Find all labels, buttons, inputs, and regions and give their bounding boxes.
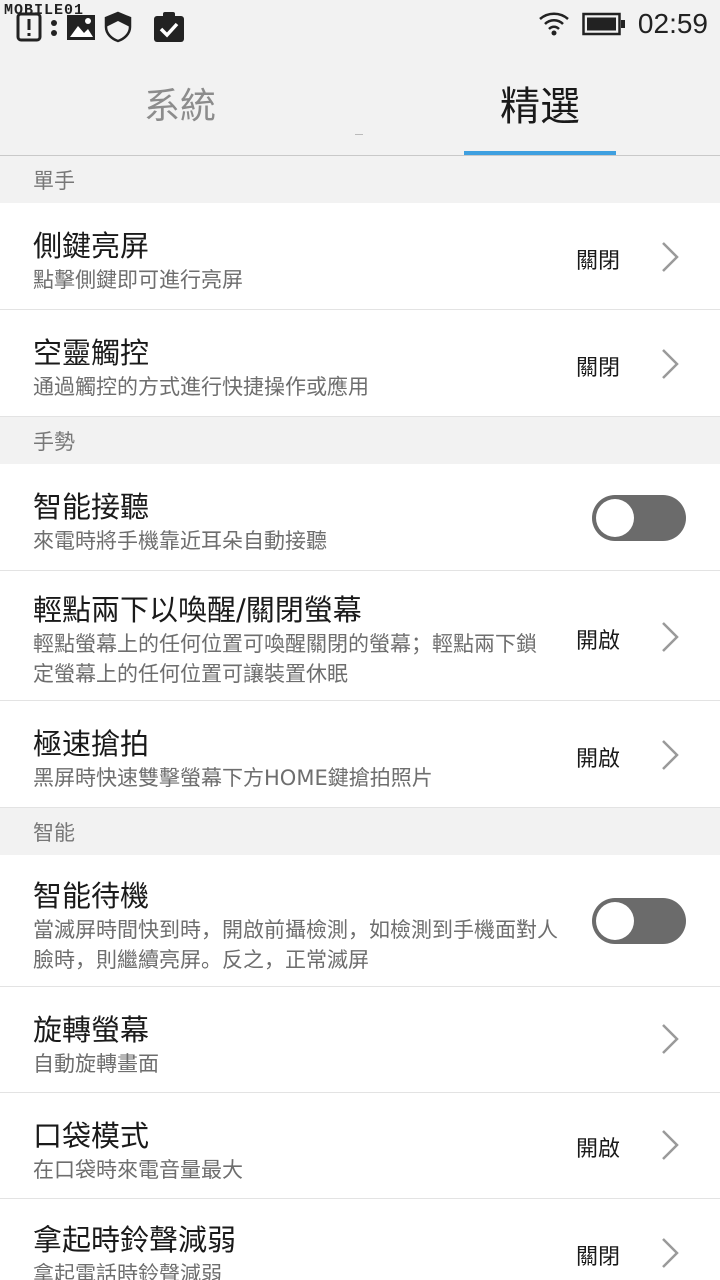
- tab-featured[interactable]: 精選: [360, 52, 720, 154]
- chevron-right-icon: [662, 1024, 679, 1054]
- smart-answer-toggle[interactable]: [592, 495, 686, 541]
- section-header-one-hand: 單手: [0, 156, 720, 203]
- setting-title: 拿起時鈴聲減弱: [33, 1223, 237, 1257]
- settings-list: 單手 側鍵亮屏 點擊側鍵即可進行亮屏 關閉 空靈觸控 通過觸控的方式進行快捷操作…: [0, 156, 720, 1280]
- setting-value: 關閉: [576, 249, 621, 274]
- chevron-right-icon: [662, 1238, 679, 1268]
- setting-value: 關閉: [576, 1245, 621, 1270]
- setting-subtitle: 點擊側鍵即可進行亮屏: [33, 268, 243, 292]
- setting-pickup-mute[interactable]: 拿起時鈴聲減弱 拿起電話時鈴聲減弱 關閉: [0, 1199, 720, 1280]
- smart-standby-toggle[interactable]: [592, 898, 686, 944]
- setting-subtitle: 拿起電話時鈴聲減弱: [33, 1262, 222, 1280]
- battery-icon: [582, 12, 625, 36]
- setting-double-tap-wake[interactable]: 輕點兩下以喚醒/關閉螢幕 輕點螢幕上的任何位置可喚醒關閉的螢幕；輕點兩下鎖定螢幕…: [0, 571, 720, 701]
- setting-subtitle: 當滅屏時間快到時，開啟前攝檢測，如檢測到手機面對人臉時，則繼續亮屏。反之，正常滅…: [33, 918, 558, 972]
- setting-title: 智能接聽: [33, 490, 150, 524]
- chevron-right-icon: [662, 622, 679, 652]
- tab-bar: 系統 精選: [0, 52, 720, 156]
- tab-indicator: [464, 151, 616, 155]
- wifi-icon: [539, 12, 569, 36]
- alert-icon: [16, 12, 42, 42]
- setting-smart-standby[interactable]: 智能待機 當滅屏時間快到時，開啟前攝檢測，如檢測到手機面對人臉時，則繼續亮屏。反…: [0, 855, 720, 987]
- setting-value: 開啟: [576, 1137, 621, 1162]
- chevron-right-icon: [662, 242, 679, 272]
- setting-value: 關閉: [576, 356, 621, 381]
- setting-title: 輕點兩下以喚醒/關閉螢幕: [33, 593, 362, 627]
- setting-quick-snap[interactable]: 極速搶拍 黑屏時快速雙擊螢幕下方HOME鍵搶拍照片 開啟: [0, 701, 720, 808]
- setting-subtitle: 在口袋時來電音量最大: [33, 1158, 243, 1182]
- setting-title: 智能待機: [33, 879, 150, 913]
- section-header-smart: 智能: [0, 808, 720, 855]
- chevron-right-icon: [662, 1130, 679, 1160]
- setting-title: 極速搶拍: [33, 727, 150, 761]
- chevron-right-icon: [662, 349, 679, 379]
- setting-smart-answer[interactable]: 智能接聽 來電時將手機靠近耳朵自動接聽: [0, 464, 720, 571]
- setting-title: 側鍵亮屏: [33, 229, 150, 263]
- setting-value: 開啟: [576, 629, 621, 654]
- chevron-right-icon: [662, 740, 679, 770]
- setting-rotate-screen[interactable]: 旋轉螢幕 自動旋轉畫面: [0, 987, 720, 1093]
- toggle-knob: [596, 499, 634, 537]
- toggle-knob: [596, 902, 634, 940]
- shield-icon: [104, 11, 132, 43]
- setting-title: 空靈觸控: [33, 336, 150, 370]
- section-header-gestures: 手勢: [0, 417, 720, 464]
- image-icon: [67, 15, 95, 40]
- setting-subtitle: 自動旋轉畫面: [33, 1052, 159, 1076]
- clipboard-check-icon: [154, 12, 184, 42]
- tab-divider-tick: [355, 134, 363, 135]
- setting-air-touch[interactable]: 空靈觸控 通過觸控的方式進行快捷操作或應用 關閉: [0, 310, 720, 417]
- setting-title: 旋轉螢幕: [33, 1013, 150, 1047]
- setting-subtitle: 輕點螢幕上的任何位置可喚醒關閉的螢幕；輕點兩下鎖定螢幕上的任何位置可讓裝置休眠: [33, 632, 537, 686]
- setting-title: 口袋模式: [33, 1119, 150, 1153]
- setting-subtitle: 通過觸控的方式進行快捷操作或應用: [33, 375, 369, 399]
- setting-pocket-mode[interactable]: 口袋模式 在口袋時來電音量最大 開啟: [0, 1093, 720, 1199]
- setting-subtitle: 來電時將手機靠近耳朵自動接聽: [33, 529, 327, 553]
- status-bar: MOBILE01 02:59: [0, 0, 720, 52]
- tab-system[interactable]: 系統: [0, 52, 360, 154]
- setting-side-key-wake[interactable]: 側鍵亮屏 點擊側鍵即可進行亮屏 關閉: [0, 203, 720, 310]
- setting-value: 開啟: [576, 747, 621, 772]
- clock: 02:59: [637, 8, 708, 39]
- setting-subtitle: 黑屏時快速雙擊螢幕下方HOME鍵搶拍照片: [33, 766, 433, 790]
- more-dots-icon: [51, 20, 57, 36]
